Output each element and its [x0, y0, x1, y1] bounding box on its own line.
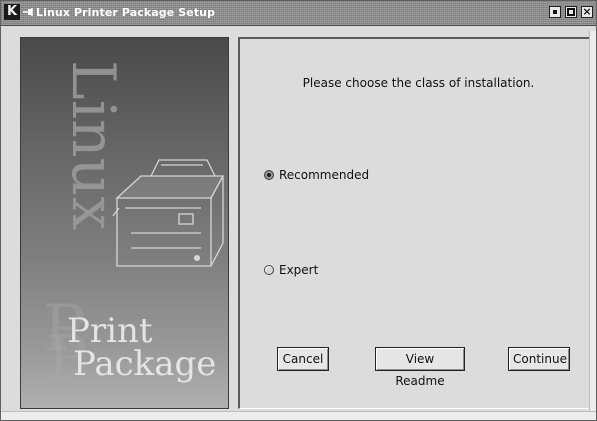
installation-prompt: Please choose the class of installation.: [302, 76, 535, 90]
minimize-icon: [553, 10, 557, 14]
expert-radio[interactable]: Expert: [264, 262, 318, 278]
recommended-label: Recommended: [279, 168, 370, 182]
minimize-button[interactable]: [549, 6, 561, 18]
banner-package-text: Package: [73, 344, 216, 384]
recommended-radio[interactable]: Recommended: [264, 167, 369, 183]
continue-button[interactable]: Continue: [508, 347, 570, 371]
view-readme-button[interactable]: View Readme: [375, 347, 465, 388]
cancel-button[interactable]: Cancel: [277, 347, 329, 371]
radio-unselected-icon[interactable]: [264, 265, 274, 275]
right-edge-strip: [589, 31, 596, 411]
window-title: Linux Printer Package Setup: [36, 6, 216, 19]
linux-print-package-banner: Linux P P Print Package: [20, 37, 229, 409]
banner-artwork: Linux P P Print Package: [43, 60, 225, 393]
bottom-edge-strip: [1, 411, 596, 420]
printer-illustration: [112, 159, 225, 267]
radio-selected-icon[interactable]: [264, 170, 274, 180]
setup-window: K Linux Printer Package Setup × Linux P …: [0, 0, 597, 421]
maximize-button[interactable]: [565, 6, 577, 18]
expert-label: Expert: [279, 263, 319, 277]
installation-class-panel: Please choose the class of installation.…: [238, 37, 596, 409]
title-bar[interactable]: K Linux Printer Package Setup ×: [1, 1, 596, 26]
k-logo-icon[interactable]: K: [4, 4, 20, 20]
close-button[interactable]: ×: [581, 5, 593, 18]
maximize-icon: [567, 8, 575, 16]
close-icon: ×: [582, 5, 592, 18]
pushpin-icon[interactable]: [23, 7, 35, 17]
